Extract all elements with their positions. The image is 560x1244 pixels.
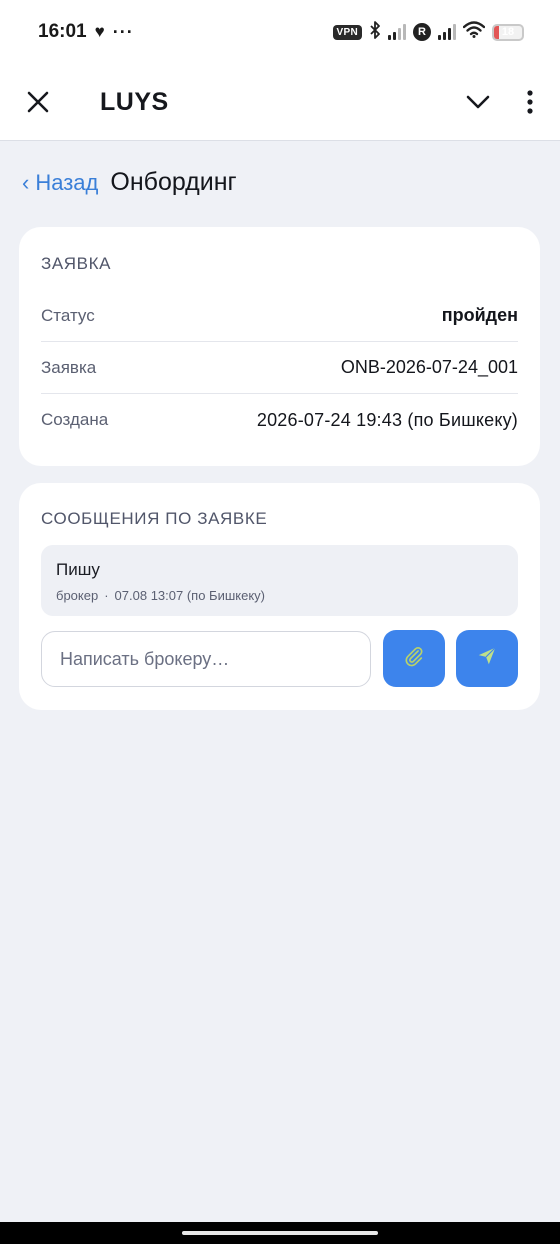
send-button[interactable] [456, 630, 518, 687]
battery-fill [494, 25, 500, 39]
created-value: 2026-07-24 19:43 (по Бишкеку) [256, 409, 518, 430]
bluetooth-icon [369, 20, 381, 44]
message-input[interactable] [41, 631, 371, 687]
status-right: VPN R 18 [332, 20, 524, 44]
roaming-icon: R [413, 23, 431, 41]
breadcrumb: ‹ Назад Онбординг [22, 168, 237, 197]
system-navigation-bar [0, 1222, 560, 1244]
meta-separator: · [104, 588, 109, 603]
app-title: LUYS [100, 87, 169, 116]
app-screen: 16:01 ♥ ··· VPN R 18 LUYS ‹ Назад Онборд… [0, 0, 560, 1244]
created-row: Создана 2026-07-24 19:43 (по Бишкеку) [41, 394, 518, 446]
message-timestamp: 07.08 13:07 (по Бишкеку) [114, 588, 265, 603]
status-label: Статус [41, 305, 95, 325]
vpn-badge: VPN [332, 24, 362, 40]
heart-icon: ♥ [94, 22, 105, 41]
system-status-bar: 16:01 ♥ ··· VPN R 18 [0, 0, 560, 64]
back-button[interactable]: ‹ Назад [22, 170, 98, 196]
home-indicator[interactable] [182, 1231, 378, 1235]
chevron-left-icon: ‹ [22, 169, 30, 195]
created-label: Создана [41, 410, 109, 429]
request-id-value: ONB-2026-07-24_001 [340, 357, 518, 377]
clock: 16:01 [38, 21, 87, 42]
close-icon[interactable] [24, 88, 52, 116]
messages-card-heading: СООБЩЕНИЯ ПО ЗАЯВКЕ [41, 509, 268, 528]
attach-button[interactable] [383, 630, 445, 687]
app-header: LUYS [0, 64, 560, 141]
status-value: пройден [441, 305, 518, 325]
battery-level: 18 [501, 26, 515, 38]
request-card-heading: ЗАЯВКА [41, 254, 112, 273]
status-row: Статус пройден [41, 290, 518, 342]
more-vertical-icon[interactable] [524, 88, 536, 116]
message-text: Пишу [56, 560, 100, 579]
page-title: Онбординг [110, 168, 237, 196]
chevron-down-icon[interactable] [462, 86, 494, 118]
send-icon [476, 645, 498, 672]
signal-strength-icon [388, 24, 406, 40]
status-left: 16:01 ♥ ··· [38, 21, 134, 43]
message-meta: брокер · 07.08 13:07 (по Бишкеку) [56, 588, 503, 603]
request-id-row: Заявка ONB-2026-07-24_001 [41, 342, 518, 394]
request-card: ЗАЯВКА Статус пройден Заявка ONB-2026-07… [19, 227, 540, 466]
messages-card: СООБЩЕНИЯ ПО ЗАЯВКЕ Пишу брокер · 07.08 … [19, 483, 540, 710]
back-label: Назад [35, 169, 99, 195]
wifi-icon [462, 21, 486, 43]
message-item: Пишу брокер · 07.08 13:07 (по Бишкеку) [41, 545, 518, 616]
request-id-label: Заявка [41, 357, 97, 377]
signal-strength-2-icon [438, 24, 456, 40]
more-notifications-icon: ··· [112, 21, 134, 42]
message-author: брокер [56, 588, 99, 603]
paperclip-icon [403, 645, 425, 672]
battery-icon: 18 [492, 23, 524, 41]
